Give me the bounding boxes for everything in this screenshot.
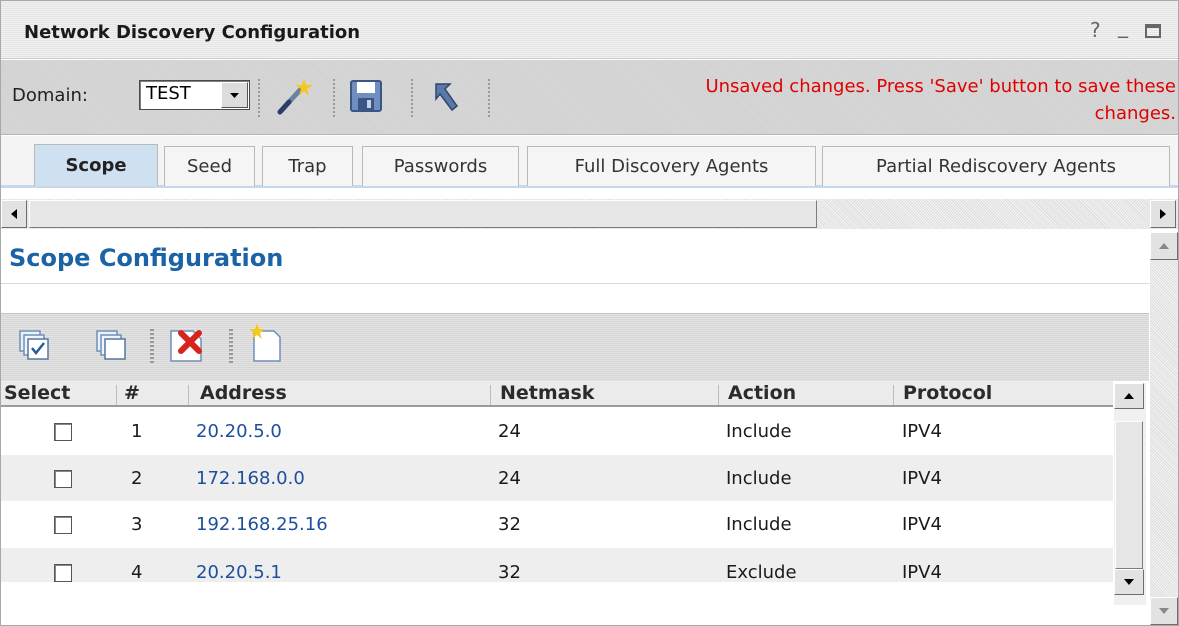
magic-wand-icon[interactable] (274, 76, 314, 121)
select-all-icon[interactable] (18, 329, 50, 366)
protocol-cell: IPV4 (902, 562, 942, 583)
netmask-cell: 24 (498, 421, 521, 442)
netmask-cell: 32 (498, 514, 521, 535)
row-number: 3 (131, 514, 143, 535)
toolbar-separator (150, 329, 154, 363)
unsaved-message-line-1: Unsaved changes. Press 'Save' button to … (705, 76, 1176, 97)
row-number: 1 (131, 421, 143, 442)
scroll-down-button[interactable] (1150, 597, 1178, 625)
protocol-cell: IPV4 (902, 421, 942, 442)
column-divider (718, 385, 719, 405)
scroll-up-button[interactable] (1150, 232, 1178, 260)
row-number: 2 (131, 468, 143, 489)
tab-trap[interactable]: Trap (262, 146, 353, 186)
protocol-cell: IPV4 (902, 468, 942, 489)
section-title: Scope Configuration (9, 244, 284, 272)
window-title: Network Discovery Configuration (24, 22, 361, 43)
help-button[interactable]: ? (1090, 18, 1101, 42)
vertical-scrollbar[interactable] (1150, 232, 1178, 625)
save-icon[interactable] (349, 79, 383, 118)
toolbar-separator (488, 79, 494, 117)
column-divider (893, 385, 894, 405)
column-divider (490, 385, 491, 405)
arrow-down-icon (1124, 579, 1134, 585)
arrow-right-icon (1160, 209, 1166, 219)
dropdown-button[interactable] (221, 82, 248, 108)
column-header-number[interactable]: # (124, 382, 140, 404)
column-header-address[interactable]: Address (200, 382, 287, 404)
table-scroll-up-button[interactable] (1114, 383, 1144, 409)
column-header-select[interactable]: Select (4, 382, 70, 404)
row-number: 4 (131, 562, 143, 583)
minimize-button[interactable]: _ (1118, 14, 1128, 38)
address-link[interactable]: 20.20.5.1 (196, 562, 282, 583)
scroll-left-button[interactable] (1, 200, 27, 228)
table-row[interactable] (1, 501, 1113, 547)
address-link[interactable]: 192.168.25.16 (196, 514, 328, 535)
table-row[interactable] (1, 455, 1113, 501)
tab-partial-rediscovery-agents[interactable]: Partial Rediscovery Agents (822, 146, 1170, 186)
column-header-protocol[interactable]: Protocol (903, 382, 992, 404)
copy-icon[interactable] (95, 329, 127, 366)
arrow-left-icon (11, 209, 17, 219)
table-vertical-scrollbar[interactable] (1114, 383, 1146, 605)
tab-full-discovery-agents[interactable]: Full Discovery Agents (527, 146, 816, 186)
arrow-up-icon (1159, 243, 1169, 249)
column-header-action[interactable]: Action (728, 382, 796, 404)
table-row[interactable] (1, 409, 1113, 455)
table-footer-space (1, 582, 1113, 612)
toolbar-separator (258, 79, 264, 117)
new-icon[interactable] (246, 323, 286, 368)
table-row[interactable] (1, 548, 1113, 582)
table-scroll-down-button[interactable] (1114, 569, 1144, 595)
row-checkbox[interactable] (54, 470, 72, 488)
chevron-down-icon (230, 93, 239, 98)
scroll-right-button[interactable] (1150, 200, 1176, 228)
column-header-netmask[interactable]: Netmask (500, 382, 594, 404)
protocol-cell: IPV4 (902, 514, 942, 535)
column-divider (116, 385, 117, 405)
toolbar-separator (411, 79, 417, 117)
domain-select-value: TEST (146, 83, 191, 104)
tab-scope[interactable]: Scope (34, 144, 158, 186)
netmask-cell: 24 (498, 468, 521, 489)
arrow-down-icon (1159, 608, 1169, 614)
toolbar-separator (229, 329, 233, 363)
action-cell: Include (726, 468, 792, 489)
row-checkbox[interactable] (54, 516, 72, 534)
action-cell: Exclude (726, 562, 797, 583)
maximize-button[interactable] (1145, 24, 1161, 38)
address-link[interactable]: 172.168.0.0 (196, 468, 305, 489)
domain-label: Domain: (12, 85, 88, 106)
undo-icon[interactable] (430, 80, 462, 117)
arrow-up-icon (1124, 393, 1134, 399)
action-cell: Include (726, 514, 792, 535)
tab-passwords[interactable]: Passwords (362, 146, 519, 186)
tab-seed[interactable]: Seed (164, 146, 255, 186)
toolbar-separator (333, 79, 339, 117)
address-link[interactable]: 20.20.5.0 (196, 421, 282, 442)
scroll-thumb[interactable] (29, 200, 817, 228)
unsaved-message-line-2: changes. (1094, 103, 1176, 124)
row-checkbox[interactable] (54, 564, 72, 582)
table-scroll-thumb[interactable] (1115, 421, 1143, 569)
unsaved-changes-message: Unsaved changes. Press 'Save' button to … (540, 73, 1176, 127)
horizontal-scrollbar[interactable] (1, 199, 1178, 229)
action-cell: Include (726, 421, 792, 442)
netmask-cell: 32 (498, 562, 521, 583)
row-checkbox[interactable] (54, 423, 72, 441)
delete-icon[interactable] (167, 325, 207, 368)
column-divider (188, 385, 189, 405)
section-divider (1, 283, 1149, 284)
domain-select[interactable]: TEST (139, 80, 250, 110)
